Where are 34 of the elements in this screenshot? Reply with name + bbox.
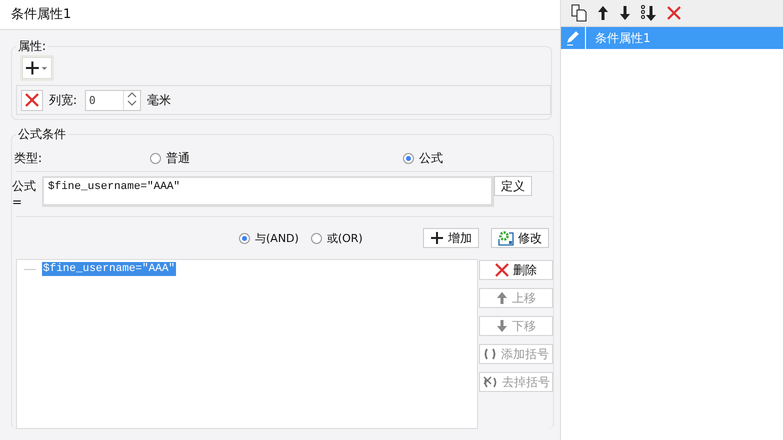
radio-option[interactable]: 普通 bbox=[150, 150, 190, 166]
modify-button[interactable]: 修改 bbox=[491, 228, 549, 248]
remove-button[interactable] bbox=[21, 90, 43, 110]
up-arrow-icon[interactable] bbox=[596, 4, 610, 22]
remove-parentheses-icon bbox=[482, 375, 498, 389]
plus-icon bbox=[430, 231, 444, 245]
close-icon[interactable] bbox=[666, 4, 682, 22]
type-label: 类型: bbox=[14, 150, 42, 166]
field-label: 列宽: bbox=[49, 92, 78, 108]
close-icon bbox=[495, 263, 509, 277]
add-dropdown-button[interactable] bbox=[22, 57, 52, 79]
copy-icon[interactable] bbox=[570, 4, 588, 22]
parentheses-icon bbox=[483, 347, 497, 361]
group-title: 属性: bbox=[17, 38, 48, 55]
unit-label: 毫米 bbox=[147, 92, 172, 108]
radio-option[interactable]: 公式 bbox=[403, 150, 443, 166]
add-button[interactable]: 增加 bbox=[423, 228, 479, 248]
pencil-icon bbox=[565, 30, 581, 46]
move-to-bottom-icon[interactable] bbox=[640, 4, 658, 22]
window-title: 条件属性1 bbox=[0, 0, 560, 30]
close-icon bbox=[25, 93, 39, 107]
down-arrow-icon bbox=[496, 319, 508, 333]
down-arrow-icon[interactable] bbox=[618, 4, 632, 22]
define-button[interactable]: 定义 bbox=[494, 176, 532, 196]
number-spinner[interactable]: 0 bbox=[85, 90, 142, 110]
group-title: 公式条件 bbox=[17, 126, 67, 143]
up-arrow-icon bbox=[496, 291, 508, 305]
gear-icon bbox=[498, 230, 514, 246]
plus-icon bbox=[25, 60, 49, 76]
delete-button[interactable]: 删除 bbox=[479, 260, 553, 280]
radio-option[interactable]: 与(AND) bbox=[239, 230, 299, 246]
formula-label: 公式= bbox=[12, 178, 37, 209]
formula-field[interactable]: $fine_username="AAA" bbox=[42, 176, 494, 207]
radio-option[interactable]: 或(OR) bbox=[310, 230, 363, 246]
